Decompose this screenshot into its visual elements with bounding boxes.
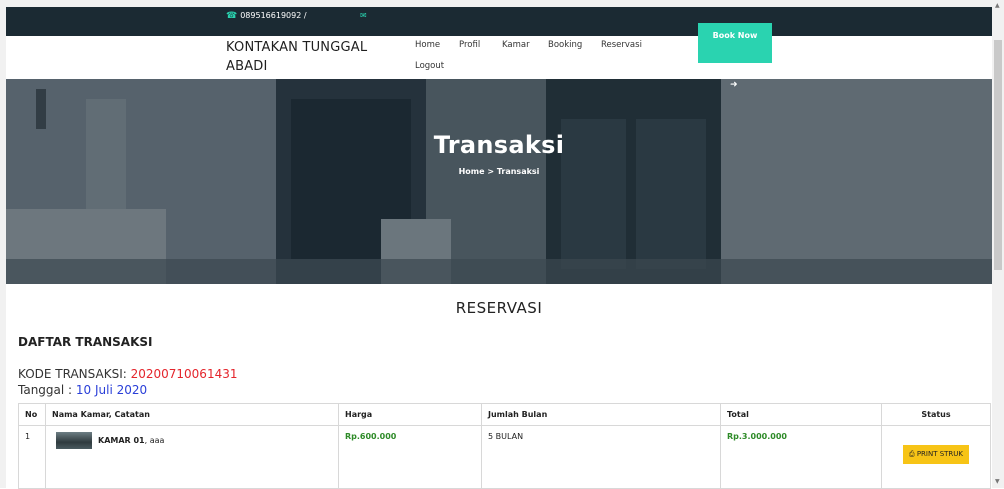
brand-line-1: KONTAKAN TUNGGAL bbox=[226, 40, 368, 55]
hero-banner bbox=[6, 79, 992, 284]
transaction-code-value: 20200710061431 bbox=[130, 367, 238, 381]
section-title: RESERVASI bbox=[455, 299, 543, 317]
transaction-date: Tanggal : 10 Juli 2020 bbox=[18, 383, 147, 397]
header-harga: Harga bbox=[338, 403, 482, 426]
scroll-up-icon[interactable]: ▲ bbox=[995, 2, 1000, 9]
breadcrumb-current: Transaksi bbox=[496, 167, 540, 176]
transaction-date-label: Tanggal : bbox=[18, 383, 76, 397]
top-contact-bar bbox=[6, 7, 992, 36]
print-struk-label: PRINT STRUK bbox=[916, 450, 964, 458]
phone-number: 089516619092 / bbox=[240, 11, 307, 20]
phone-contact[interactable]: ☎ 089516619092 / bbox=[226, 11, 307, 21]
nav-logout[interactable]: Logout bbox=[415, 61, 444, 71]
site-brand[interactable]: KONTAKAN TUNGGAL ABADI bbox=[226, 38, 391, 76]
row-harga: Rp.600.000 bbox=[338, 425, 482, 489]
nav-home[interactable]: Home bbox=[415, 40, 440, 50]
nav-kamar[interactable]: Kamar bbox=[502, 40, 530, 50]
row-no: 1 bbox=[18, 425, 46, 489]
transaction-date-value: 10 Juli 2020 bbox=[75, 383, 148, 397]
scrollbar-thumb[interactable] bbox=[994, 40, 1002, 270]
nav-booking[interactable]: Booking bbox=[548, 40, 582, 50]
header-status: Status bbox=[881, 403, 991, 426]
row-kamar: KAMAR 01 bbox=[98, 436, 145, 445]
envelope-icon[interactable]: ✉ bbox=[360, 11, 367, 20]
breadcrumb-separator: > bbox=[487, 167, 495, 176]
hero-background-image bbox=[6, 79, 992, 284]
row-total: Rp.3.000.000 bbox=[720, 425, 882, 489]
transaction-list-title: DAFTAR TRANSAKSI bbox=[18, 335, 153, 349]
row-jumlah: 5 BULAN bbox=[481, 425, 721, 489]
scroll-down-icon[interactable]: ▼ bbox=[995, 478, 1000, 485]
nav-profil[interactable]: Profil bbox=[459, 40, 480, 50]
transaction-code: KODE TRANSAKSI: 20200710061431 bbox=[18, 367, 237, 381]
row-status: ⎙ PRINT STRUK bbox=[881, 425, 991, 489]
page-title: Transaksi bbox=[433, 131, 565, 159]
phone-icon: ☎ bbox=[226, 11, 238, 21]
header-nama: Nama Kamar, Catatan bbox=[45, 403, 339, 426]
navbar bbox=[6, 36, 992, 79]
transaction-code-label: KODE TRANSAKSI: bbox=[18, 367, 131, 381]
window-top-edge bbox=[0, 0, 1004, 7]
nav-reservasi[interactable]: Reservasi bbox=[601, 40, 642, 50]
table-row: 1 KAMAR 01, aaa Rp.600.000 5 BULAN Rp.3.… bbox=[18, 425, 991, 489]
arrow-right-icon: ➜ bbox=[730, 80, 738, 90]
header-jumlah: Jumlah Bulan bbox=[481, 403, 721, 426]
breadcrumb: Home > Transaksi bbox=[6, 167, 992, 176]
print-struk-button[interactable]: ⎙ PRINT STRUK bbox=[902, 445, 970, 464]
room-thumbnail bbox=[56, 432, 92, 449]
row-nama: KAMAR 01, aaa bbox=[45, 425, 339, 489]
header-total: Total bbox=[720, 403, 882, 426]
breadcrumb-home[interactable]: Home bbox=[459, 167, 485, 176]
header-no: No bbox=[18, 403, 46, 426]
table-header-row: No Nama Kamar, Catatan Harga Jumlah Bula… bbox=[18, 403, 991, 426]
book-now-button[interactable]: Book Now bbox=[698, 23, 772, 63]
brand-line-2: ABADI bbox=[226, 59, 268, 74]
transaction-table: No Nama Kamar, Catatan Harga Jumlah Bula… bbox=[18, 403, 991, 489]
print-icon: ⎙ bbox=[908, 450, 915, 458]
row-catatan: , aaa bbox=[144, 436, 165, 445]
